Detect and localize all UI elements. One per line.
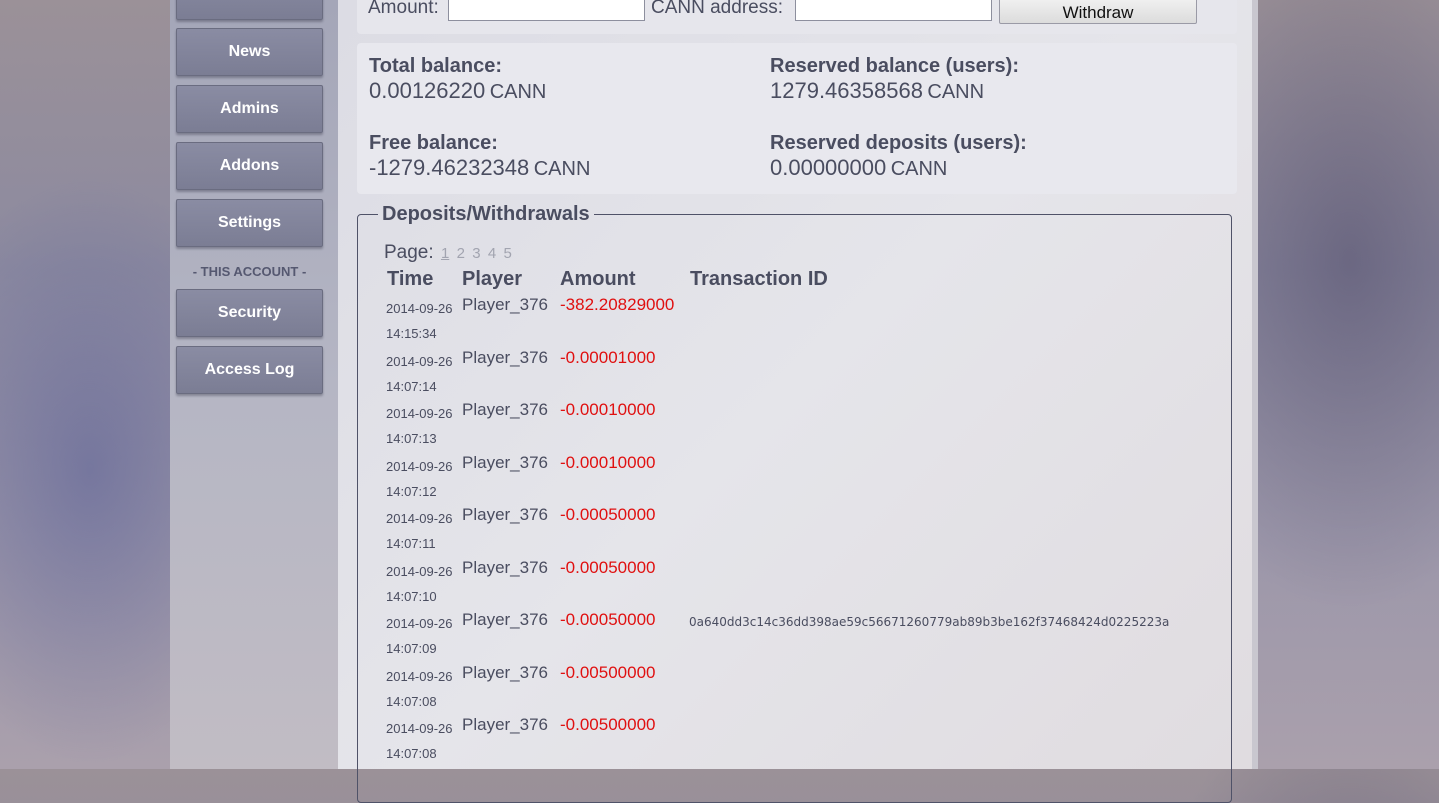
row-amount: -0.00050000 [560, 610, 656, 629]
page-link-1[interactable]: 1 [441, 245, 449, 262]
row-time: 14:15:34 [386, 326, 437, 341]
free-balance: Free balance: -1279.46232348 CANN [369, 132, 590, 181]
reserved-deposits-value: 0.00000000 [770, 155, 887, 180]
row-timestamp: 2014-09-26 14:07:08 [386, 664, 453, 714]
column-header-transaction-id: Transaction ID [690, 268, 828, 290]
free-balance-unit: CANN [533, 158, 591, 180]
row-timestamp: 2014-09-26 14:07:11 [386, 506, 453, 556]
row-time: 14:07:10 [386, 589, 437, 604]
table-row: 2014-09-26 14:07:08 Player_376 -0.00500000 [0, 663, 1439, 716]
row-amount: -0.00500000 [560, 663, 656, 682]
reserved-balance: Reserved balance (users): 1279.46358568 … [770, 55, 1019, 104]
row-timestamp: 2014-09-26 14:07:08 [386, 716, 453, 766]
table-row: 2014-09-26 14:15:34 Player_376 -382.2082900… [0, 295, 1439, 348]
nav-news-button[interactable]: News [176, 28, 323, 76]
table-row: 2014-09-26 14:07:09 Player_376 -0.00050000 0… [0, 610, 1439, 663]
row-time: 14:07:11 [386, 536, 436, 551]
nav-settings-button[interactable]: Settings [176, 199, 323, 247]
row-player: Player_376 [462, 558, 549, 577]
row-amount: -0.00001000 [560, 348, 656, 367]
page-link-3[interactable]: 3 [472, 245, 480, 262]
row-amount: -382.20829000 [560, 295, 675, 314]
row-timestamp: 2014-09-26 14:07:09 [386, 611, 453, 661]
row-amount: -0.00010000 [560, 453, 656, 472]
row-player: Player_376 [462, 715, 549, 734]
row-date: 2014-09-26 [386, 669, 453, 684]
row-player: Player_376 [462, 453, 549, 472]
row-date: 2014-09-26 [386, 564, 453, 579]
row-timestamp: 2014-09-26 14:07:12 [386, 454, 453, 504]
row-time: 14:07:09 [386, 641, 437, 656]
row-time: 14:07:12 [386, 484, 437, 499]
column-header-amount: Amount [560, 268, 636, 290]
page-link-5[interactable]: 5 [503, 245, 511, 262]
row-transaction-id: 0a640dd3c14c36dd398ae59c56671260779ab89b… [689, 615, 1170, 629]
row-player: Player_376 [462, 348, 549, 367]
reserved-deposits-unit: CANN [890, 158, 948, 180]
amount-label: Amount: [368, 0, 439, 18]
row-player: Player_376 [462, 400, 549, 419]
nav-addons-button[interactable]: Addons [176, 142, 323, 190]
row-player: Player_376 [462, 295, 549, 314]
reserved-balance-unit: CANN [927, 81, 985, 103]
row-date: 2014-09-26 [386, 406, 453, 421]
row-time: 14:07:08 [386, 694, 437, 709]
address-input[interactable] [795, 0, 992, 21]
column-header-time: Time [387, 268, 434, 290]
free-balance-value: -1279.46232348 [369, 155, 530, 180]
row-player: Player_376 [462, 610, 549, 629]
amount-input[interactable] [448, 0, 645, 21]
page-label: Page: [384, 242, 434, 263]
reserved-balance-value: 1279.46358568 [770, 78, 923, 103]
total-balance-value: 0.00126220 [369, 78, 486, 103]
row-amount: -0.00050000 [560, 505, 656, 524]
row-amount: -0.00500000 [560, 715, 656, 734]
this-account-section-label: - THIS ACCOUNT - [192, 264, 307, 279]
address-label: CANN address: [651, 0, 783, 18]
row-date: 2014-09-26 [386, 354, 453, 369]
total-balance-unit: CANN [489, 81, 547, 103]
row-time: 14:07:14 [386, 379, 437, 394]
nav-wallet-button[interactable]: Wallet [176, 0, 323, 20]
row-time: 14:07:08 [386, 746, 437, 761]
total-balance-label: Total balance: [369, 55, 502, 77]
table-row: 2014-09-26 14:07:11 Player_376 -0.00050000 [0, 505, 1439, 558]
row-timestamp: 2014-09-26 14:07:10 [386, 559, 453, 609]
row-timestamp: 2014-09-26 14:07:14 [386, 349, 453, 399]
nav-admins-button[interactable]: Admins [176, 85, 323, 133]
balance-panel: Total balance: 0.00126220 CANN Reserved … [357, 43, 1237, 194]
row-player: Player_376 [462, 505, 549, 524]
row-timestamp: 2014-09-26 14:15:34 [386, 296, 453, 346]
column-header-player: Player [462, 268, 523, 290]
row-time: 14:07:13 [386, 431, 437, 446]
table-row: 2014-09-26 14:07:10 Player_376 -0.00050000 [0, 558, 1439, 611]
table-row: 2014-09-26 14:07:14 Player_376 -0.00001000 [0, 348, 1439, 401]
row-date: 2014-09-26 [386, 721, 453, 736]
reserved-balance-label: Reserved balance (users): [770, 55, 1020, 77]
row-date: 2014-09-26 [386, 616, 453, 631]
reserved-deposits-label: Reserved deposits (users): [770, 132, 1027, 154]
withdraw-button[interactable]: Withdraw [999, 0, 1197, 24]
row-amount: -0.00050000 [560, 558, 656, 577]
row-date: 2014-09-26 [386, 301, 453, 316]
row-player: Player_376 [462, 663, 549, 682]
table-row: 2014-09-26 14:07:13 Player_376 -0.00010000 [0, 400, 1439, 453]
free-balance-label: Free balance: [369, 132, 498, 154]
page-link-4[interactable]: 4 [488, 245, 496, 262]
reserved-deposits: Reserved deposits (users): 0.00000000 CA… [770, 132, 1027, 181]
table-row: 2014-09-26 14:07:08 Player_376 -0.00500000 [0, 715, 1439, 768]
row-date: 2014-09-26 [386, 511, 453, 526]
row-date: 2014-09-26 [386, 459, 453, 474]
row-timestamp: 2014-09-26 14:07:13 [386, 401, 453, 451]
row-amount: -0.00010000 [560, 400, 656, 419]
pagination: Page: 1 2 3 4 5 [384, 242, 512, 264]
page-link-2[interactable]: 2 [457, 245, 465, 262]
withdraw-form: Amount: CANN address: Withdraw [357, 0, 1237, 34]
table-row: 2014-09-26 14:07:12 Player_376 -0.00010000 [0, 453, 1439, 506]
deposits-withdrawals-legend: Deposits/Withdrawals [382, 203, 590, 225]
total-balance: Total balance: 0.00126220 CANN [369, 55, 546, 104]
